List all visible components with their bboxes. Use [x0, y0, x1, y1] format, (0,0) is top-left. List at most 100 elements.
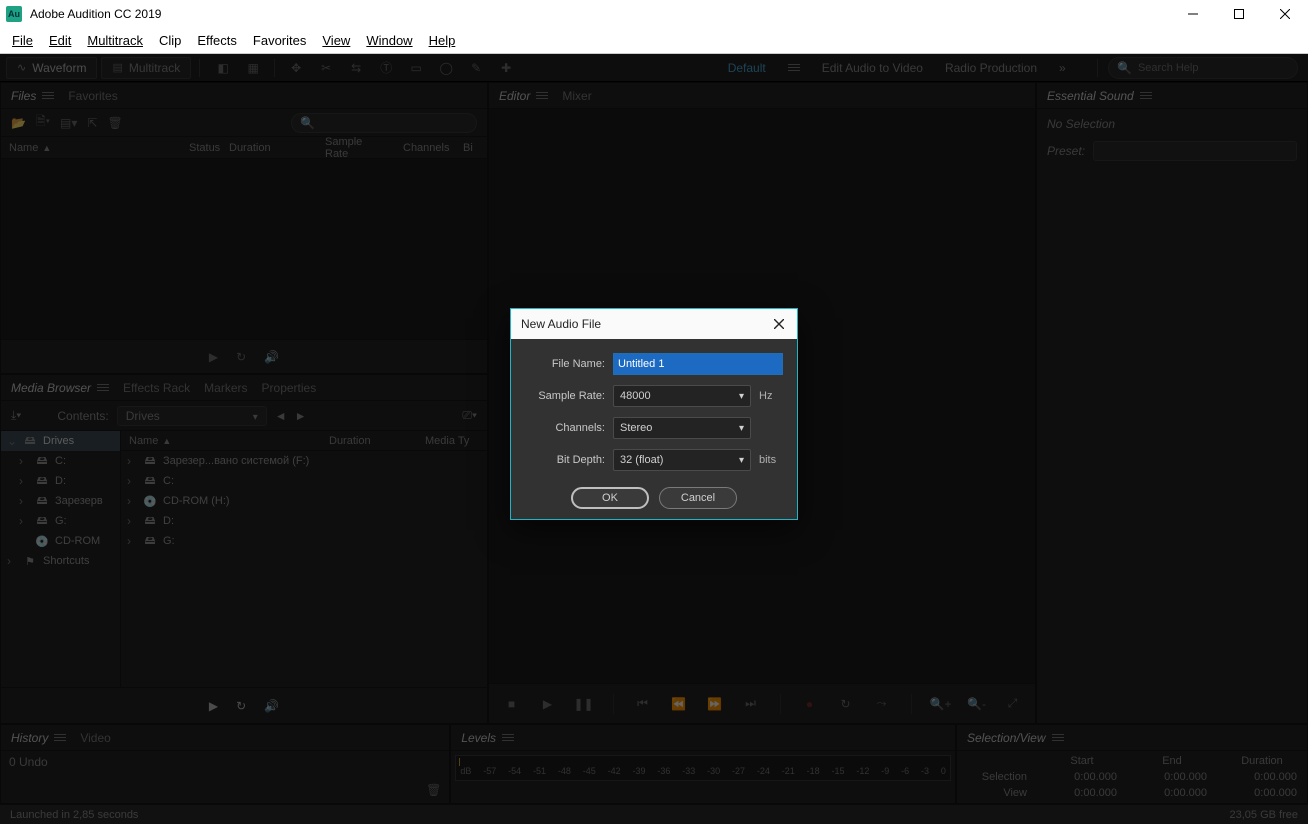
help-search[interactable]: 🔍	[1108, 57, 1298, 79]
files-search-input[interactable]	[315, 117, 468, 129]
selection-end[interactable]: 0:00.000	[1137, 771, 1207, 783]
cancel-button[interactable]: Cancel	[659, 487, 737, 509]
ok-button[interactable]: OK	[571, 487, 649, 509]
import-icon[interactable]: ⇱	[87, 116, 97, 130]
go-to-end-button[interactable]: ⏭	[740, 696, 762, 711]
new-multitrack-icon[interactable]: ▤▾	[60, 116, 77, 130]
tab-favorites[interactable]: Favorites	[68, 89, 117, 103]
tab-video[interactable]: Video	[80, 731, 110, 745]
tab-editor[interactable]: Editor	[499, 89, 548, 103]
slip-tool-icon[interactable]: ⇆	[345, 57, 367, 79]
zoom-in-icon[interactable]: 🔍+	[930, 697, 952, 711]
media-autoplay-button[interactable]: 🔊	[264, 699, 279, 713]
drive-item[interactable]: 💿CD-ROM	[1, 531, 120, 551]
razor-tool-icon[interactable]: ✂	[315, 57, 337, 79]
files-loop-button[interactable]: ↻	[236, 350, 246, 364]
open-file-icon[interactable]: 📂	[11, 116, 26, 130]
media-play-button[interactable]: ▶	[209, 699, 218, 713]
window-maximize-button[interactable]	[1216, 0, 1262, 28]
menu-clip[interactable]: Clip	[151, 31, 189, 50]
tab-essential-sound[interactable]: Essential Sound	[1047, 89, 1152, 103]
brush-tool-icon[interactable]: ✎	[465, 57, 487, 79]
zoom-out-icon[interactable]: 🔍-	[966, 697, 988, 711]
filter-icon[interactable]: ⎚▾	[462, 408, 477, 423]
selection-start[interactable]: 0:00.000	[1047, 771, 1117, 783]
contents-dropdown[interactable]: Drives	[117, 406, 267, 426]
files-column-headers[interactable]: Name▲ Status Duration Sample Rate Channe…	[1, 137, 487, 159]
tab-mixer[interactable]: Mixer	[562, 89, 591, 103]
mode-multitrack-button[interactable]: ▤Multitrack	[101, 57, 191, 79]
mode-waveform-button[interactable]: ∿Waveform	[6, 57, 97, 79]
browser-item[interactable]: 💿CD-ROM (H:)	[121, 491, 487, 511]
workspace-edit-audio-tab[interactable]: Edit Audio to Video	[822, 55, 923, 81]
menu-view[interactable]: View	[314, 31, 358, 50]
drive-item[interactable]: 🖴G:	[1, 511, 120, 531]
browser-item[interactable]: 🖴Зарезер...вано системой (F:)	[121, 451, 487, 471]
selection-duration[interactable]: 0:00.000	[1227, 771, 1297, 783]
clear-history-icon[interactable]: 🗑	[426, 783, 441, 797]
workspace-overflow-button[interactable]: »	[1059, 61, 1079, 75]
tab-selection-view[interactable]: Selection/View	[967, 731, 1064, 745]
selview-panel-menu-icon[interactable]	[1052, 734, 1064, 742]
go-to-start-button[interactable]: ⏮	[632, 696, 654, 711]
spectral-pitch-icon[interactable]: ▦	[242, 57, 264, 79]
drive-item[interactable]: 🖴C:	[1, 451, 120, 471]
dialog-titlebar[interactable]: New Audio File	[511, 309, 797, 339]
media-panel-menu-icon[interactable]	[97, 384, 109, 392]
drive-item[interactable]: 🖴D:	[1, 471, 120, 491]
tab-levels[interactable]: Levels	[461, 731, 514, 745]
delete-icon[interactable]: 🗑	[107, 116, 122, 130]
move-tool-icon[interactable]: ✥	[285, 57, 307, 79]
window-minimize-button[interactable]	[1170, 0, 1216, 28]
shortcuts-root[interactable]: ⚑Shortcuts	[1, 551, 120, 571]
menu-edit[interactable]: Edit	[41, 31, 79, 50]
view-end[interactable]: 0:00.000	[1137, 787, 1207, 799]
insert-to-multitrack-icon[interactable]: ⤓▾	[11, 408, 21, 423]
time-selection-tool-icon[interactable]: Ⓣ	[375, 57, 397, 79]
record-button[interactable]: ●	[799, 697, 821, 711]
tab-files[interactable]: Files	[11, 89, 54, 103]
healing-tool-icon[interactable]: ✚	[495, 57, 517, 79]
forward-button[interactable]: ⏩	[704, 697, 726, 711]
loop-button[interactable]: ↻	[835, 697, 857, 711]
browser-item[interactable]: 🖴D:	[121, 511, 487, 531]
files-play-button[interactable]: ▶	[209, 350, 218, 364]
workspace-radio-tab[interactable]: Radio Production	[945, 55, 1037, 81]
preset-dropdown[interactable]	[1093, 141, 1297, 161]
nav-forward-icon[interactable]: ►	[295, 409, 307, 423]
lasso-tool-icon[interactable]: ◯	[435, 57, 457, 79]
tab-markers[interactable]: Markers	[204, 381, 247, 395]
sample-rate-dropdown[interactable]: 48000	[613, 385, 751, 407]
menu-file[interactable]: File	[4, 31, 41, 50]
new-file-icon[interactable]: 🗎▾	[36, 112, 50, 133]
nav-back-icon[interactable]: ◄	[275, 409, 287, 423]
skip-button[interactable]: ⤳	[871, 696, 893, 711]
tab-properties[interactable]: Properties	[262, 381, 317, 395]
files-panel-menu-icon[interactable]	[42, 92, 54, 100]
rewind-button[interactable]: ⏪	[668, 697, 690, 711]
workspace-default-tab[interactable]: Default	[728, 55, 766, 81]
play-button[interactable]: ▶	[537, 697, 559, 711]
menu-multitrack[interactable]: Multitrack	[79, 31, 151, 50]
levels-panel-menu-icon[interactable]	[502, 734, 514, 742]
menu-favorites[interactable]: Favorites	[245, 31, 314, 50]
workspace-default-menu-icon[interactable]	[788, 64, 800, 72]
editor-panel-menu-icon[interactable]	[536, 92, 548, 100]
view-start[interactable]: 0:00.000	[1047, 787, 1117, 799]
tab-media-browser[interactable]: Media Browser	[11, 381, 109, 395]
dialog-close-button[interactable]	[771, 316, 787, 332]
files-search[interactable]: 🔍	[291, 113, 477, 133]
essential-panel-menu-icon[interactable]	[1140, 92, 1152, 100]
menu-help[interactable]: Help	[421, 31, 464, 50]
browser-item[interactable]: 🖴C:	[121, 471, 487, 491]
view-duration[interactable]: 0:00.000	[1227, 787, 1297, 799]
marquee-tool-icon[interactable]: ▭	[405, 57, 427, 79]
menu-window[interactable]: Window	[358, 31, 420, 50]
zoom-fit-icon[interactable]: ⤢	[1002, 696, 1024, 711]
drive-item[interactable]: 🖴Зарезерв	[1, 491, 120, 511]
pause-button[interactable]: ❚❚	[573, 697, 595, 711]
drives-root[interactable]: 🖴Drives	[1, 431, 120, 451]
spectral-frequency-icon[interactable]: ◧	[212, 57, 234, 79]
tab-history[interactable]: History	[11, 731, 66, 745]
stop-button[interactable]: ■	[501, 697, 523, 711]
